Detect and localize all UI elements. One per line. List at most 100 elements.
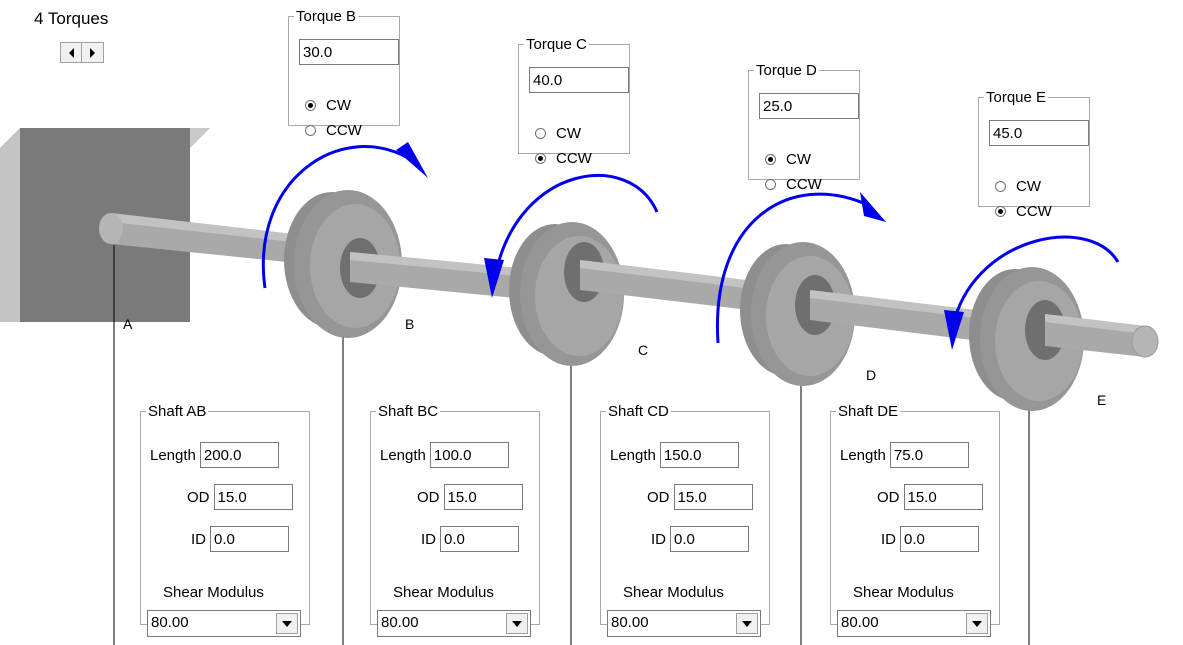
shaft-cd-length-label: Length — [610, 446, 656, 464]
shaft-ab-od-input[interactable] — [213, 484, 293, 510]
shaft-bc-modulus-dropdown-button[interactable] — [506, 613, 528, 634]
shaft-bc-group: Shaft BC Length OD ID Shear Modulus 80.0… — [370, 403, 540, 637]
torque-d-cw-label: CW — [786, 150, 811, 168]
shaft-bc-length-input[interactable] — [429, 442, 509, 468]
shaft-cd-od-label: OD — [647, 488, 670, 506]
shaft-cd-group: Shaft CD Length OD ID Shear Modulus 80.0… — [600, 403, 770, 637]
disk-c — [509, 222, 624, 366]
torque-b-ccw-label: CCW — [326, 121, 362, 139]
shaft-bc-id-input[interactable] — [440, 526, 519, 552]
shaft-ab-modulus-label: Shear Modulus — [163, 584, 264, 601]
point-label-e: E — [1097, 392, 1107, 408]
shaft-bc-modulus-value: 80.00 — [381, 614, 419, 631]
torque-c-ccw-option[interactable]: CCW — [535, 148, 592, 168]
shaft-ab-modulus-dropdown-button[interactable] — [276, 613, 298, 634]
chevron-down-icon — [742, 620, 752, 627]
torque-d-ccw-label: CCW — [786, 175, 822, 193]
torque-c-cw-label: CW — [556, 124, 581, 142]
torque-e-ccw-radio[interactable] — [995, 205, 1006, 217]
shaft-de-length-label: Length — [840, 446, 886, 464]
torque-b-input[interactable] — [299, 39, 399, 65]
shaft-ab-id-input[interactable] — [210, 526, 289, 552]
chevron-down-icon — [972, 620, 982, 627]
torque-e-ccw-label: CCW — [1016, 202, 1052, 220]
torque-c-cw-option[interactable]: CW — [535, 123, 581, 143]
shaft-cd-modulus-value: 80.00 — [611, 614, 649, 631]
torque-b-ccw-option[interactable]: CCW — [305, 120, 362, 140]
torque-d-legend: Torque D — [756, 62, 817, 79]
shaft-de-od-input[interactable] — [903, 484, 983, 510]
torque-b-cw-option[interactable]: CW — [305, 95, 351, 115]
torque-c-legend: Torque C — [526, 36, 587, 53]
torque-c-input[interactable] — [529, 67, 629, 93]
torque-e-ccw-option[interactable]: CCW — [995, 201, 1052, 221]
shaft-bc-modulus-select[interactable]: 80.00 — [377, 610, 531, 637]
torque-c-group: Torque C CW CCW — [518, 36, 630, 167]
shaft-de-modulus-value: 80.00 — [841, 614, 879, 631]
shaft-cd-length-input[interactable] — [659, 442, 739, 468]
left-triangle-icon — [68, 47, 74, 58]
torque-d-ccw-option[interactable]: CCW — [765, 174, 822, 194]
shaft-cd-id-input[interactable] — [670, 526, 749, 552]
torque-e-legend: Torque E — [986, 89, 1047, 106]
shaft-bc-legend: Shaft BC — [378, 403, 439, 420]
shaft-ab-id-row: ID — [191, 526, 289, 552]
shaft-bc-od-input[interactable] — [443, 484, 523, 510]
shaft-cd-id-row: ID — [651, 526, 749, 552]
torque-c-cw-radio[interactable] — [535, 127, 546, 139]
page-title: 4 Torques — [34, 9, 109, 28]
shaft-cd-modulus-dropdown-button[interactable] — [736, 613, 758, 634]
shaft-bc-id-label: ID — [421, 530, 436, 548]
shaft-de-od-label: OD — [877, 488, 900, 506]
shaft-de-id-input[interactable] — [900, 526, 979, 552]
torque-c-ccw-label: CCW — [556, 149, 592, 167]
shaft-bc-od-row: OD — [417, 484, 523, 510]
torque-b-cw-radio[interactable] — [305, 99, 316, 111]
chevron-down-icon — [512, 620, 522, 627]
shaft-de-modulus-dropdown-button[interactable] — [966, 613, 988, 634]
torque-b-arrowhead — [396, 142, 428, 178]
shaft-ab-legend: Shaft AB — [148, 403, 207, 420]
torque-d-cw-radio[interactable] — [765, 153, 776, 165]
shaft-cd-legend: Shaft CD — [608, 403, 669, 420]
shaft-bc-od-label: OD — [417, 488, 440, 506]
shaft-cd-id-label: ID — [651, 530, 666, 548]
shaft-de-legend: Shaft DE — [838, 403, 899, 420]
torque-e-cw-radio[interactable] — [995, 180, 1006, 192]
shaft-de-length-input[interactable] — [889, 442, 969, 468]
torque-d-ccw-radio[interactable] — [765, 178, 776, 190]
shaft-ab-length-row: Length — [150, 442, 279, 468]
shaft-de-od-row: OD — [877, 484, 983, 510]
shaft-cd-modulus-select[interactable]: 80.00 — [607, 610, 761, 637]
shaft-ab-length-input[interactable] — [199, 442, 279, 468]
prev-button[interactable] — [60, 42, 82, 63]
shaft-de-modulus-select[interactable]: 80.00 — [837, 610, 991, 637]
shaft-ab-modulus-select[interactable]: 80.00 — [147, 610, 301, 637]
torque-e-cw-option[interactable]: CW — [995, 176, 1041, 196]
shaft-ab-group: Shaft AB Length OD ID Shear Modulus 80.0… — [140, 403, 310, 637]
shaft-cd-modulus-label: Shear Modulus — [623, 584, 724, 601]
shaft-cd-od-input[interactable] — [673, 484, 753, 510]
torque-d-arrowhead — [860, 192, 886, 222]
torque-d-input[interactable] — [759, 93, 859, 119]
torque-count-spinner — [60, 42, 104, 63]
shaft-de-modulus-label: Shear Modulus — [853, 584, 954, 601]
next-button[interactable] — [82, 42, 104, 63]
torque-b-group: Torque B CW CCW — [288, 8, 400, 139]
shaft-cd-length-row: Length — [610, 442, 739, 468]
shaft-ab-id-label: ID — [191, 530, 206, 548]
shaft-de-id-label: ID — [881, 530, 896, 548]
shaft-ab-length-label: Length — [150, 446, 196, 464]
shaft-ab-od-row: OD — [187, 484, 293, 510]
right-triangle-icon — [90, 47, 95, 58]
torque-b-ccw-radio[interactable] — [305, 124, 316, 136]
torque-e-input[interactable] — [989, 120, 1089, 146]
torque-d-cw-option[interactable]: CW — [765, 149, 811, 169]
point-label-d: D — [866, 367, 877, 383]
shaft-de-id-row: ID — [881, 526, 979, 552]
shaft-bc-modulus-label: Shear Modulus — [393, 584, 494, 601]
point-label-a: A — [123, 316, 133, 332]
torque-c-ccw-radio[interactable] — [535, 152, 546, 164]
torque-e-group: Torque E CW CCW — [978, 89, 1090, 220]
chevron-down-icon — [282, 620, 292, 627]
